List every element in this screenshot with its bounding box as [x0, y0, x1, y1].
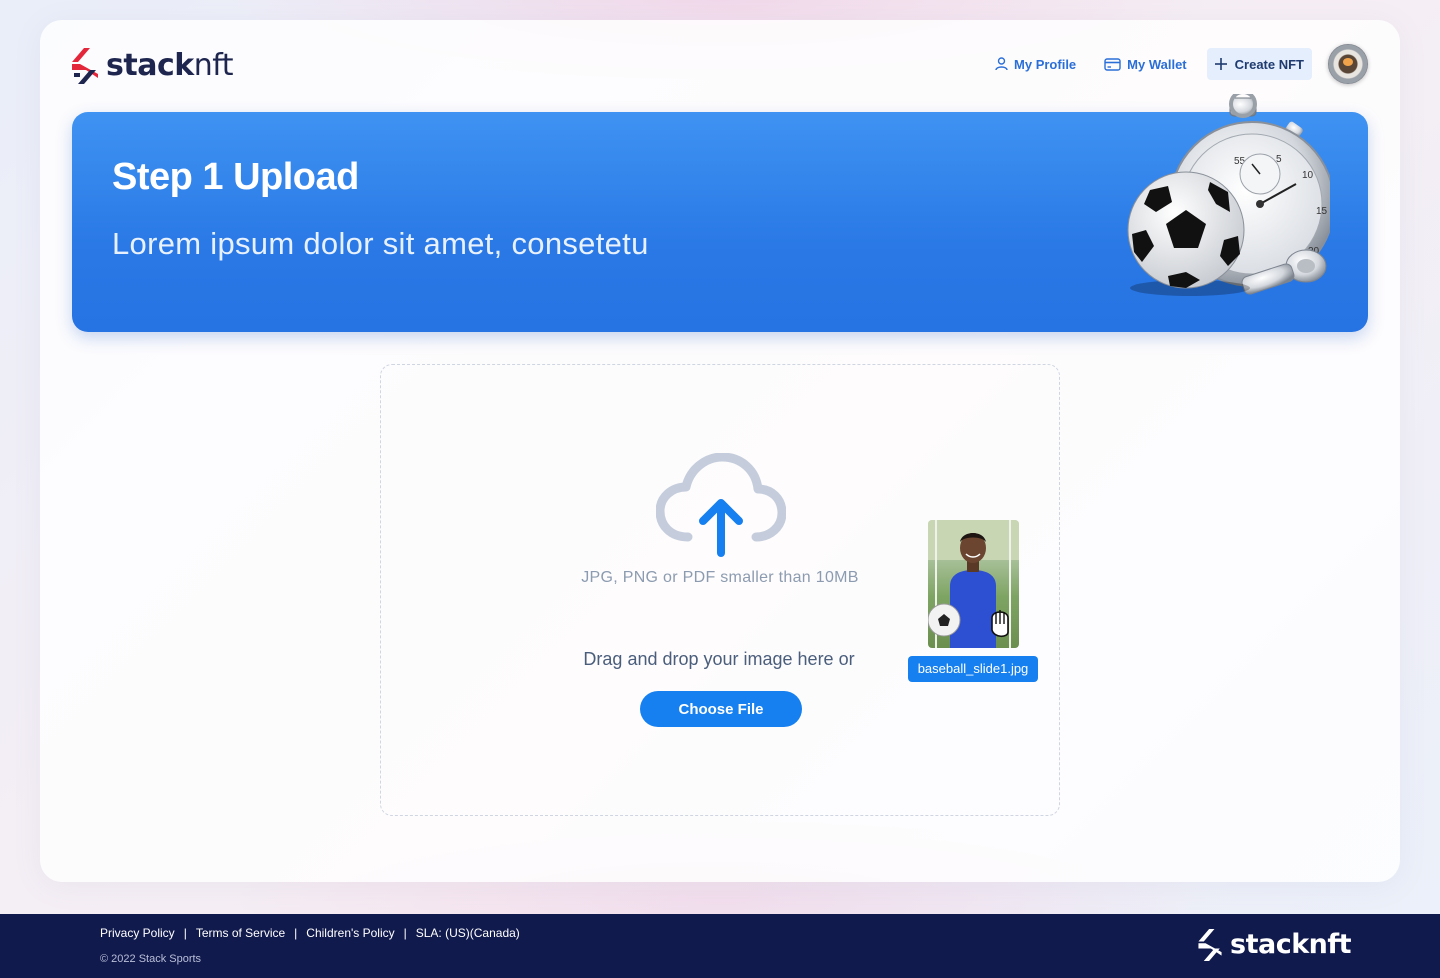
terms-of-service-link[interactable]: Terms of Service	[196, 926, 285, 940]
upload-dropzone[interactable]: JPG, PNG or PDF smaller than 10MB Drag a…	[380, 364, 1060, 816]
avatar[interactable]	[1328, 44, 1368, 84]
my-profile-link[interactable]: My Profile	[995, 57, 1076, 72]
dragged-file-name: baseball_slide1.jpg	[908, 656, 1038, 682]
my-wallet-label: My Wallet	[1127, 56, 1187, 72]
sla-link[interactable]: SLA: (US)(Canada)	[416, 926, 520, 940]
brand-logo[interactable]: stacknft	[72, 48, 234, 84]
copyright-text: © 2022 Stack Sports	[100, 953, 202, 965]
create-nft-button[interactable]: Create NFT	[1206, 48, 1312, 80]
my-wallet-link[interactable]: My Wallet	[1104, 56, 1187, 72]
create-nft-label: Create NFT	[1234, 56, 1304, 72]
header-nav: My Profile My Wallet Create NFT	[967, 44, 1368, 84]
footer-brand-logo[interactable]: stacknft	[1198, 928, 1352, 962]
cloud-upload-icon	[656, 453, 786, 557]
player-photo	[928, 520, 1019, 648]
childrens-policy-link[interactable]: Children's Policy	[306, 926, 394, 940]
plus-icon	[1214, 58, 1227, 70]
dragged-image-thumbnail[interactable]	[928, 520, 1019, 648]
stack-logo-icon	[1198, 929, 1222, 961]
svg-text:15: 15	[1316, 206, 1328, 217]
stack-logo-icon	[72, 48, 98, 84]
privacy-policy-link[interactable]: Privacy Policy	[100, 926, 175, 940]
wallet-card-icon	[1104, 57, 1121, 71]
banner-subtitle: Lorem ipsum dolor sit amet, consetetu	[112, 226, 649, 261]
footer-separator: |	[294, 926, 298, 940]
footer-separator: |	[183, 926, 187, 940]
footer-links: Privacy Policy | Terms of Service | Chil…	[100, 926, 520, 940]
main-card: stacknft My Profile My Wallet Create NFT	[40, 20, 1400, 882]
user-icon	[995, 57, 1008, 71]
choose-file-button[interactable]: Choose File	[640, 691, 802, 727]
footer-wordmark: stacknft	[1230, 929, 1352, 960]
banner-title: Step 1 Upload	[112, 156, 359, 198]
my-profile-label: My Profile	[1014, 56, 1077, 72]
footer-separator: |	[403, 926, 407, 940]
svg-text:10: 10	[1302, 170, 1314, 181]
step-banner: Step 1 Upload Lorem ipsum dolor sit amet…	[72, 94, 1368, 332]
stopwatch-soccer-icon: 10 15 20 5 55 25	[1127, 94, 1330, 296]
brand-wordmark: stacknft	[106, 48, 234, 83]
site-footer: Privacy Policy | Terms of Service | Chil…	[0, 914, 1440, 978]
